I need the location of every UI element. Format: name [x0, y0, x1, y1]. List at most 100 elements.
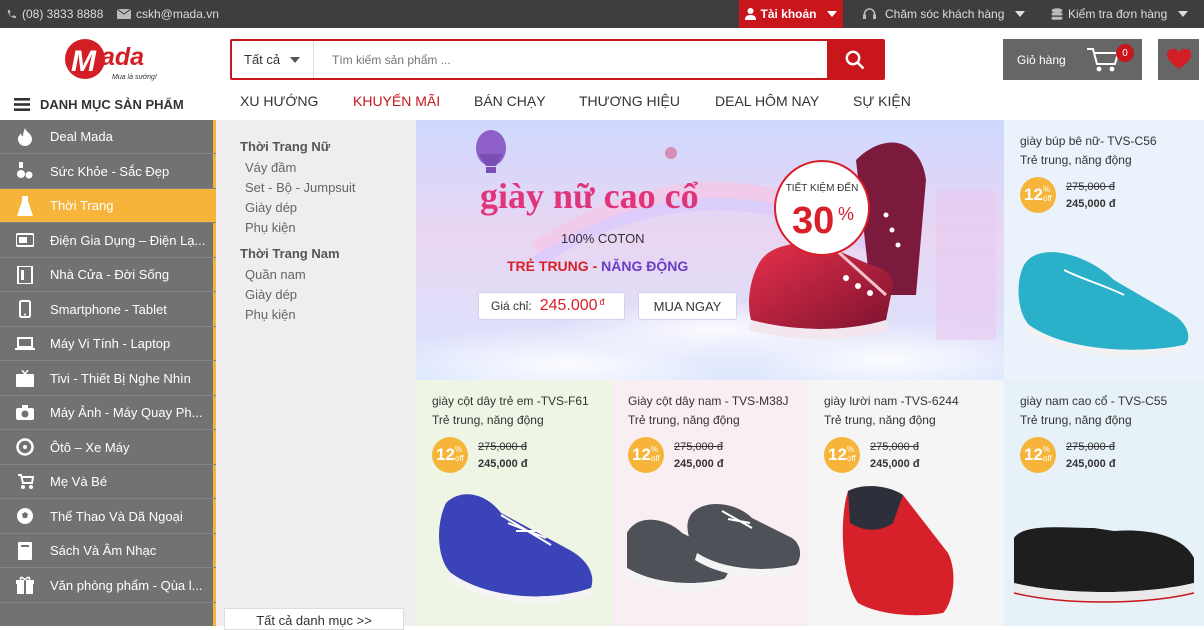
ball-icon — [17, 508, 33, 524]
tagline-dash: - — [588, 258, 602, 274]
buy-now-button[interactable]: MUA NGAY — [638, 292, 737, 320]
submenu-link[interactable]: Giày dép — [245, 287, 297, 302]
sidebar-item-laptop[interactable]: Máy Vi Tính - Laptop — [0, 327, 216, 361]
sidebar-item-auto[interactable]: Ôtô – Xe Máy — [0, 431, 216, 465]
sidebar-item-home-living[interactable]: Nhà Cửa - Đời Sống — [0, 258, 216, 292]
sidebar-item-mom-baby[interactable]: Mẹ Và Bé — [0, 465, 216, 499]
search-bar: Tất cả — [230, 39, 885, 80]
product-name: giày lười nam -TVS-6244 — [824, 394, 959, 408]
off-label: off — [651, 454, 660, 463]
product-card[interactable]: giày lười nam -TVS-6244 Trẻ trung, năng … — [808, 380, 1004, 626]
submenu-link[interactable]: Phụ kiện — [245, 220, 296, 235]
all-categories-button[interactable]: Tất cả danh mục >> — [224, 608, 404, 630]
order-check-menu[interactable]: Kiểm tra đơn hàng — [1051, 7, 1189, 21]
sidebar-item-appliances[interactable]: Điện Gia Dụng – Điện Lạ... — [0, 224, 216, 258]
product-description: Trẻ trung, năng động — [432, 413, 544, 427]
search-category-label: Tất cả — [244, 52, 281, 67]
search-icon — [845, 50, 865, 69]
phone-contact[interactable]: (08) 3833 8888 — [6, 7, 103, 21]
nav-brands[interactable]: THƯƠNG HIỆU — [579, 93, 680, 109]
discount-badge: 12% off — [824, 437, 860, 473]
search-button[interactable] — [827, 41, 883, 78]
search-category-select[interactable]: Tất cả — [232, 41, 314, 78]
chevron-down-icon — [826, 11, 837, 17]
product-image — [625, 503, 801, 591]
banner-price: 245.000 — [539, 297, 598, 314]
fire-icon — [18, 127, 32, 146]
sidebar-item-camera[interactable]: Máy Ảnh - Máy Quay Ph... — [0, 396, 216, 430]
category-menu-toggle[interactable]: DANH MỤC SẢN PHẨM — [14, 97, 184, 112]
sidebar-item-tv[interactable]: Tivi - Thiết Bị Nghe Nhìn — [0, 362, 216, 396]
sidebar-item-label: Deal Mada — [50, 129, 113, 144]
sidebar-item-deal[interactable]: Deal Mada — [0, 120, 216, 154]
submenu-heading-men[interactable]: Thời Trang Nam — [240, 246, 340, 261]
submenu-link[interactable]: Set - Bộ - Jumpsuit — [245, 180, 356, 195]
savings-label: TIẾT KIỆM ĐẾN — [785, 183, 859, 194]
sidebar-item-fashion[interactable]: Thời Trang — [0, 189, 216, 223]
book-icon — [18, 541, 32, 560]
discount-value: 12 — [1024, 445, 1043, 464]
sidebar-item-label: Thời Trang — [50, 198, 114, 213]
sidebar-item-label: Thể Thao Và Dã Ngoại — [50, 508, 183, 524]
submenu-link[interactable]: Quần nam — [245, 267, 306, 282]
product-description: Trẻ trung, năng động — [1020, 153, 1132, 167]
sidebar-item-books-music[interactable]: Sách Và Âm Nhạc — [0, 534, 216, 568]
svg-text:M: M — [71, 45, 97, 78]
submenu-link[interactable]: Váy đầm — [245, 160, 296, 175]
product-description: Trẻ trung, năng động — [1020, 413, 1132, 427]
sidebar-item-label: Văn phòng phẩm - Qùa l... — [50, 577, 203, 593]
sidebar-item-label: Smartphone - Tablet — [50, 301, 167, 317]
product-card[interactable]: giày nam cao cổ - TVS-C55 Trẻ trung, năn… — [1004, 380, 1204, 626]
home-icon — [17, 265, 33, 284]
sidebar-item-label: Máy Ảnh - Máy Quay Ph... — [50, 405, 203, 420]
wishlist-button[interactable] — [1158, 39, 1199, 80]
savings-value: 30 — [792, 200, 835, 242]
nav-promotions[interactable]: KHUYẾN MÃI — [353, 93, 440, 109]
sidebar-item-label: Tivi - Thiết Bị Nghe Nhìn — [50, 370, 191, 386]
support-menu[interactable]: Chăm sóc khách hàng — [863, 7, 1026, 21]
percent-sign: % — [651, 445, 659, 454]
submenu-link[interactable]: Giày dép — [245, 200, 297, 215]
sidebar-item-label: Nhà Cửa - Đời Sống — [50, 267, 170, 282]
tagline-part-2: NĂNG ĐỘNG — [601, 258, 689, 274]
product-image — [842, 486, 954, 623]
account-button[interactable]: Tài khoản — [739, 0, 843, 28]
percent-sign: % — [1043, 185, 1051, 194]
nav-events[interactable]: SỰ KIỆN — [853, 93, 911, 109]
nav-trending[interactable]: XU HƯỚNG — [240, 93, 318, 109]
order-check-label: Kiểm tra đơn hàng — [1068, 7, 1168, 21]
discount-value: 12 — [1024, 185, 1043, 204]
sale-price: 245,000 đ — [870, 458, 920, 470]
chevron-down-icon — [290, 56, 301, 63]
product-card[interactable]: giày búp bê nữ- TVS-C56 Trẻ trung, năng … — [1004, 120, 1204, 380]
sidebar-item-smartphone[interactable]: Smartphone - Tablet — [0, 293, 216, 327]
promo-banner[interactable]: giày nữ cao cổ 100% COTON TRẺ TRUNG - NĂ… — [416, 120, 1004, 380]
discount-percent: % off — [455, 445, 464, 463]
sidebar-item-stationery-gifts[interactable]: Văn phòng phẩm - Qùa l... — [0, 569, 216, 603]
percent-sign: % — [455, 445, 463, 454]
database-icon — [1051, 7, 1063, 20]
email-contact[interactable]: cskh@mada.vn — [117, 7, 219, 21]
car-icon — [16, 438, 34, 456]
buy-now-label: MUA NGAY — [653, 298, 722, 314]
search-input[interactable] — [314, 41, 827, 78]
product-name: Giày cột dây nam - TVS-M38J — [628, 394, 789, 408]
fashion-submenu: Thời Trang Nữ Váy đầm Set - Bộ - Jumpsui… — [216, 120, 416, 626]
nav-bestsellers[interactable]: BÁN CHẠY — [474, 93, 546, 109]
sidebar-item-sports[interactable]: Thể Thao Và Dã Ngoại — [0, 500, 216, 534]
submenu-link[interactable]: Phụ kiện — [245, 307, 296, 322]
product-name: giày cột dây trẻ em -TVS-F61 — [432, 394, 589, 408]
savings-badge: TIẾT KIỆM ĐẾN 30 % — [774, 160, 870, 256]
discount-badge: 12% off — [1020, 437, 1056, 473]
site-logo[interactable]: M ada Mua là sướng! — [64, 38, 174, 84]
cosmetics-icon — [17, 162, 33, 179]
product-card[interactable]: giày cột dây trẻ em -TVS-F61 Trẻ trung, … — [416, 380, 612, 626]
submenu-heading-women[interactable]: Thời Trang Nữ — [240, 139, 330, 154]
original-price: 275,000 đ — [1066, 441, 1115, 453]
sidebar-item-health-beauty[interactable]: Sức Khỏe - Sắc Đẹp — [0, 155, 216, 189]
original-price: 275,000 đ — [870, 441, 919, 453]
nav-deals-today[interactable]: DEAL HÔM NAY — [715, 93, 819, 109]
banner-title: giày nữ cao cổ — [480, 176, 699, 216]
sale-price: 245,000 đ — [478, 458, 528, 470]
product-card[interactable]: Giày cột dây nam - TVS-M38J Trẻ trung, n… — [612, 380, 808, 626]
